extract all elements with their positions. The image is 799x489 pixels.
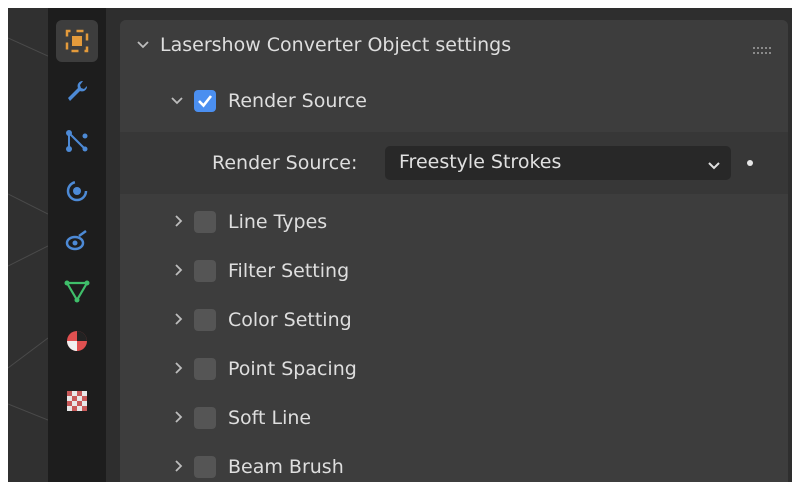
chevron-right-icon (174, 214, 184, 228)
chevron-down-icon (136, 40, 150, 50)
subpanel-label: Color Setting (228, 309, 352, 331)
subpanel-label: Soft Line (228, 407, 312, 429)
render-source-field-label: Render Source: (212, 152, 358, 174)
panel-title: Lasershow Converter Object settings (160, 34, 512, 56)
subpanel-line-types[interactable]: Line Types (120, 198, 788, 246)
subpanel-label: Beam Brush (228, 456, 344, 478)
keyframe-dot-icon[interactable] (747, 160, 753, 166)
constraints-icon (65, 229, 87, 251)
properties-editor: Lasershow Converter Object settings Rend… (8, 8, 792, 482)
subpanel-point-spacing[interactable]: Point Spacing (120, 345, 788, 393)
subpanel-checkbox[interactable] (194, 260, 216, 282)
tab-texture[interactable] (56, 380, 98, 422)
tab-particles[interactable] (56, 120, 98, 162)
texture-checker-icon (67, 391, 87, 411)
panel-header[interactable]: Lasershow Converter Object settings (120, 20, 788, 70)
render-source-dropdown[interactable]: Freestyle Strokes (385, 146, 731, 180)
subpanel-checkbox[interactable] (194, 358, 216, 380)
chevron-right-icon (174, 410, 184, 424)
tab-material[interactable] (56, 320, 98, 362)
render-source-section-label: Render Source (228, 90, 367, 112)
subpanel-checkbox[interactable] (194, 407, 216, 429)
material-sphere-icon (67, 331, 87, 351)
chevron-right-icon (174, 459, 184, 473)
render-source-checkbox[interactable] (194, 90, 216, 112)
subpanel-filter-setting[interactable]: Filter Setting (120, 247, 788, 295)
tab-object[interactable] (56, 20, 98, 62)
tab-physics[interactable] (56, 170, 98, 212)
tab-modifiers[interactable] (56, 70, 98, 112)
subpanel-checkbox[interactable] (194, 309, 216, 331)
chevron-right-icon (174, 263, 184, 277)
mesh-data-triangle-icon (64, 280, 90, 303)
subpanel-checkbox[interactable] (194, 211, 216, 233)
subpanel-checkbox[interactable] (194, 456, 216, 478)
render-source-value: Freestyle Strokes (399, 151, 562, 173)
chevron-down-icon (707, 156, 721, 175)
subpanel-label: Filter Setting (228, 260, 350, 282)
tab-constraints[interactable] (56, 220, 98, 262)
subpanel-color-setting[interactable]: Color Setting (120, 296, 788, 344)
wrench-icon (68, 80, 88, 101)
properties-tab-bar (48, 8, 106, 482)
tab-data[interactable] (56, 270, 98, 312)
drag-grip-icon[interactable] (753, 40, 771, 59)
chevron-right-icon (174, 312, 184, 326)
subpanel-soft-line[interactable]: Soft Line (120, 394, 788, 442)
lasershow-panel: Lasershow Converter Object settings Rend… (120, 20, 788, 482)
chevron-right-icon (174, 361, 184, 375)
viewport-edge (8, 8, 48, 482)
particles-icon (66, 130, 88, 152)
subpanel-label: Line Types (228, 211, 328, 233)
physics-icon (66, 180, 88, 202)
render-source-header[interactable]: Render Source (120, 78, 788, 126)
object-orange-square-icon (65, 29, 89, 53)
chevron-down-icon (170, 96, 184, 106)
subpanel-beam-brush[interactable]: Beam Brush (120, 443, 788, 482)
subpanel-label: Point Spacing (228, 358, 357, 380)
